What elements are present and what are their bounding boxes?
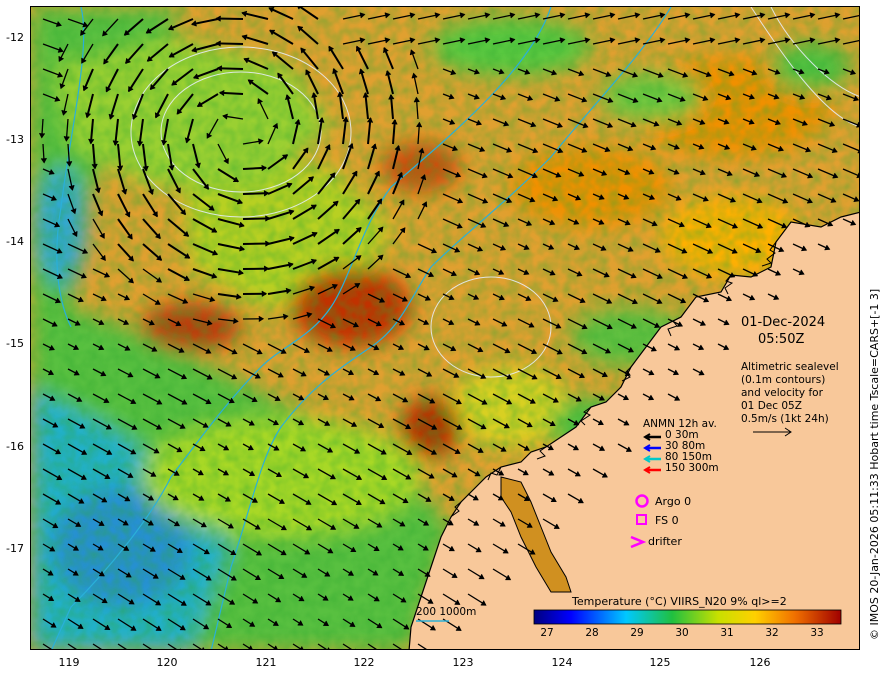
- x-axis-label: 126: [749, 656, 771, 669]
- colorbar-tick: 28: [585, 627, 599, 639]
- altimetry-line: 0.5m/s (1kt 24h): [741, 413, 829, 425]
- y-axis-label: -15: [6, 337, 24, 350]
- anmn-legend: ANMN 12h av. 0 30m 30 80m 80 150m 150 30…: [643, 419, 719, 474]
- velocity-arrowhead: [355, 648, 356, 649]
- colorbar-tick: 31: [720, 627, 734, 639]
- x-axis-label: 121: [255, 656, 277, 669]
- colorbar-tick: 29: [630, 627, 644, 639]
- credit-text: © IMOS 20-Jan-2026 05:11:33 Hobart time …: [868, 288, 880, 640]
- y-axis-label: -12: [6, 31, 24, 44]
- time-label: 05:50Z: [758, 332, 805, 347]
- anmn-legend-item: 150 300m: [665, 462, 719, 474]
- colorbar-ticks: 27 28 29 30 31 32 33: [534, 627, 841, 641]
- x-axis-label: 123: [452, 656, 474, 669]
- argo-label: Argo 0: [655, 495, 692, 508]
- altimetry-line: and velocity for: [741, 387, 823, 399]
- altimetry-note: Altimetric sealevel (0.1m contours) and …: [741, 361, 839, 426]
- drifter-label: drifter: [648, 535, 682, 548]
- sst-map: 01-Dec-2024 05:50Z Altimetric sealevel (…: [30, 6, 860, 650]
- x-axis-label: 120: [156, 656, 178, 669]
- altimetry-line: 01 Dec 05Z: [741, 400, 802, 412]
- colorbar-tick: 32: [765, 627, 779, 639]
- colorbar: [533, 609, 842, 625]
- y-axis-label: -16: [6, 440, 24, 453]
- fs-label: FS 0: [655, 514, 679, 527]
- x-axis-label: 119: [58, 656, 80, 669]
- y-axis-label: -14: [6, 235, 24, 248]
- y-axis-label: -17: [6, 542, 24, 555]
- x-axis-label: 124: [551, 656, 573, 669]
- date-label: 01-Dec-2024: [741, 315, 826, 330]
- map-canvas: [31, 7, 859, 649]
- altimetry-line: (0.1m contours): [741, 374, 826, 386]
- colorbar-tick: 33: [810, 627, 824, 639]
- colorbar-title: Temperature (°C) VIIRS_N20 9% ql>=2: [572, 595, 787, 608]
- x-axis-label: 125: [649, 656, 671, 669]
- colorbar-tick: 27: [540, 627, 554, 639]
- altimetry-line: Altimetric sealevel: [741, 361, 839, 373]
- bathy-legend-label: 200 1000m: [416, 606, 477, 618]
- colorbar-tick: 30: [675, 627, 689, 639]
- x-axis-label: 122: [353, 656, 375, 669]
- y-axis-label: -13: [6, 133, 24, 146]
